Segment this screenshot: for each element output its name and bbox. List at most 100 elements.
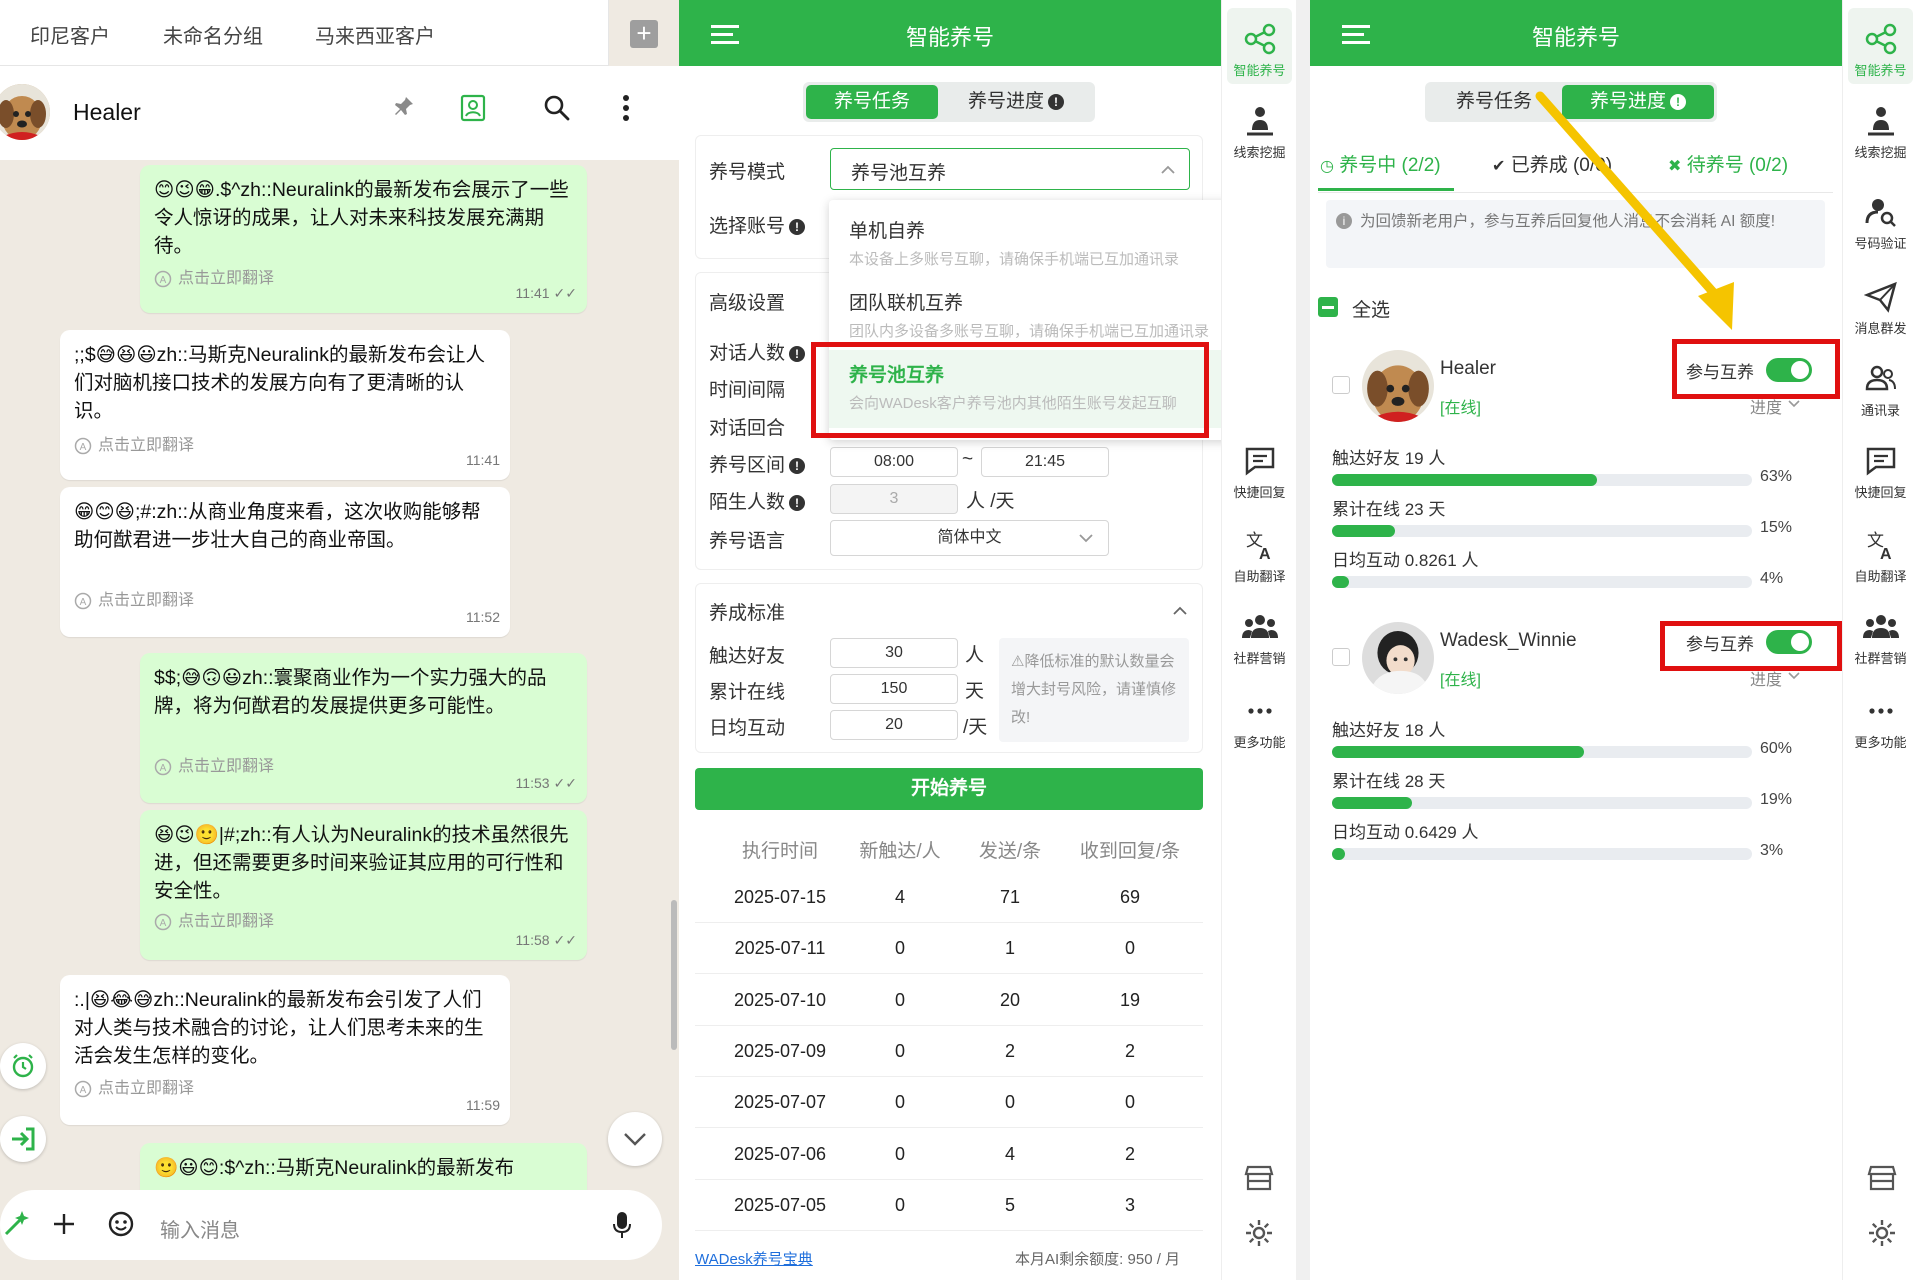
table-cell: 19 (1119, 989, 1141, 1010)
guide-link[interactable]: WADesk养号宝典 (695, 1248, 813, 1269)
reach-input[interactable]: 30 (830, 638, 958, 668)
tab-indonesia[interactable]: 印尼客户 (30, 20, 110, 49)
translate-link[interactable]: A 点击立即翻译 (74, 587, 194, 615)
translate-icon: A (154, 270, 172, 288)
translate-link[interactable]: A 点击立即翻译 (154, 753, 274, 781)
message-bubble-outgoing[interactable]: $$;😅🙃😃zh::寰聚商业作为一个实力强大的品牌，将为何猷君的发展提供更多可能… (140, 653, 587, 803)
table-row: 2025-07-10 0 20 19 (695, 975, 1203, 1026)
message-bubble-outgoing[interactable]: 😆😉🙂|#;zh::有人认为Neuralink的技术虽然很先进，但还需要更多时间… (140, 810, 587, 960)
search-icon[interactable] (543, 94, 571, 122)
sidebar-item-label: 线索挖掘 (1854, 145, 1907, 160)
sidebar-item-label: 通讯录 (1860, 403, 1900, 418)
sidebar-item-person-dig[interactable]: 线索挖掘 (1222, 104, 1297, 161)
sidebar-item-group[interactable]: 社群营销 (1843, 610, 1918, 667)
translate-link[interactable]: A 点击立即翻译 (154, 908, 274, 936)
sidebar-item-more[interactable]: 更多功能 (1843, 694, 1918, 751)
attach-plus-icon[interactable] (52, 1212, 76, 1236)
contacts-icon (1843, 362, 1918, 396)
sidebar-item-share-nodes[interactable]: 智能养号 (1222, 22, 1297, 79)
sticker-icon[interactable] (107, 1210, 135, 1238)
settings-gear-icon[interactable] (1867, 1218, 1897, 1248)
chat-scrollbar[interactable] (671, 900, 677, 1050)
message-bubble-incoming[interactable]: 😁😊😆;#:zh::从商业角度来看，这次收购能够帮助何猷君进一步壮大自己的商业帝… (60, 487, 510, 637)
table-cell: 0 (894, 989, 905, 1010)
tab-unnamed[interactable]: 未命名分组 (163, 20, 263, 49)
message-bubble-incoming[interactable]: :.|😆😂😅zh::Neuralink的最新发布会引发了人们对人类与技术融合的讨… (60, 975, 510, 1125)
range-end-input[interactable]: 21:45 (981, 447, 1109, 477)
settings-gear-icon[interactable] (1244, 1218, 1274, 1248)
sidebar-item-contacts[interactable]: 通讯录 (1843, 362, 1918, 419)
tab-malaysia[interactable]: 马来西亚客户 (315, 20, 435, 49)
table-cell: 20 (999, 989, 1021, 1010)
sidebar-item-person-dig[interactable]: 线索挖掘 (1843, 104, 1918, 161)
highlight-box (811, 342, 1209, 438)
account-checkbox[interactable] (1332, 376, 1350, 394)
read-ticks-icon: ✓✓ (553, 775, 577, 791)
message-input[interactable]: 输入消息 (160, 1214, 240, 1243)
table-cell: 2025-07-07 (733, 1092, 827, 1113)
alarm-button[interactable] (0, 1043, 46, 1089)
range-start-input[interactable]: 08:00 (830, 447, 958, 477)
microphone-icon[interactable] (612, 1210, 632, 1240)
translate-link[interactable]: A 点击立即翻译 (154, 265, 274, 293)
sidebar-item-translate[interactable]: 文 A 自助翻译 (1222, 528, 1297, 585)
svg-text:A: A (160, 275, 167, 286)
tab-tasks[interactable]: 养号任务 (806, 85, 938, 119)
chevron-up-icon[interactable] (1173, 606, 1187, 615)
table-cell: 0 (894, 1143, 905, 1164)
add-group-button[interactable]: + (630, 20, 658, 48)
svg-text:A: A (1880, 546, 1892, 562)
lang-select[interactable]: 简体中文 (830, 520, 1109, 556)
chevron-down-icon[interactable] (1788, 400, 1800, 408)
mode-select[interactable]: 养号池互养 (830, 148, 1190, 190)
daily-input[interactable]: 20 (830, 710, 958, 740)
sidebar-item-translate[interactable]: 文 A 自助翻译 (1843, 528, 1918, 585)
option-team[interactable]: 团队联机互养 (849, 288, 963, 315)
table-row: 2025-07-09 0 2 2 (695, 1026, 1203, 1077)
group-icon (1222, 610, 1297, 644)
magic-wand-icon[interactable] (2, 1208, 32, 1238)
sidebar-item-message[interactable]: 快捷回复 (1843, 444, 1918, 501)
translate-link[interactable]: A 点击立即翻译 (74, 432, 194, 460)
message-text: 😁😊😆;#:zh::从商业角度来看，这次收购能够帮助何猷君进一步壮大自己的商业帝… (74, 501, 481, 551)
pin-icon[interactable] (392, 94, 416, 118)
message-bubble-outgoing[interactable]: 😊😉😁.$^zh::Neuralink的最新发布会展示了一些令人惊讶的成果，让人… (140, 165, 587, 313)
sidebar-item-message[interactable]: 快捷回复 (1222, 444, 1297, 501)
chat-header: Healer (0, 66, 679, 160)
col-sent: 发送/条 (978, 841, 1042, 862)
view-switch: 养号任务 养号进度! (803, 82, 1095, 122)
contact-card-icon[interactable] (460, 94, 486, 122)
sidebar-item-label: 消息群发 (1854, 321, 1907, 336)
chevron-down-icon[interactable] (1788, 672, 1800, 680)
message-text: 😆😉🙂|#;zh::有人认为Neuralink的技术虽然很先进，但还需要更多时间… (154, 824, 569, 902)
translate-link[interactable]: A 点击立即翻译 (74, 1075, 194, 1103)
message-time: 11:58 ✓✓ (516, 926, 577, 954)
sidebar-item-paper-plane[interactable]: 消息群发 (1843, 280, 1918, 337)
scroll-down-button[interactable] (608, 1112, 662, 1166)
online-input[interactable]: 150 (830, 674, 958, 704)
account-checkbox[interactable] (1332, 648, 1350, 666)
store-icon[interactable] (1244, 1163, 1274, 1193)
tab-progress[interactable]: 养号进度! (940, 85, 1092, 119)
more-vertical-icon[interactable] (622, 94, 630, 122)
start-button[interactable]: 开始养号 (695, 768, 1203, 810)
login-button[interactable] (0, 1116, 46, 1162)
sidebar-item-user-search[interactable]: 号码验证 (1843, 195, 1918, 252)
stranger-input[interactable]: 3 (830, 484, 958, 514)
more-icon (1843, 694, 1918, 728)
metric-label: 累计在线 23 天 (1332, 500, 1446, 519)
share-nodes-icon (1222, 22, 1297, 56)
message-bubble-incoming[interactable]: ;;$😅😆😃zh::马斯克Neuralink的最新发布会让人们对脑机接口技术的发… (60, 330, 510, 480)
rounds-label: 对话回合 (709, 418, 786, 439)
table-cell: 2 (1124, 1143, 1135, 1164)
sidebar-item-group[interactable]: 社群营销 (1222, 610, 1297, 667)
sidebar-item-more[interactable]: 更多功能 (1222, 694, 1297, 751)
progress-percent: 60% (1760, 740, 1793, 757)
sidebar-item-share-nodes[interactable]: 智能养号 (1843, 22, 1918, 79)
contact-avatar[interactable] (0, 84, 50, 140)
task-header: 智能养号 (679, 0, 1221, 66)
store-icon[interactable] (1867, 1163, 1897, 1193)
option-single[interactable]: 单机自养 (849, 216, 925, 243)
translate-icon: A (74, 437, 92, 455)
chevron-down-icon (1079, 534, 1093, 543)
